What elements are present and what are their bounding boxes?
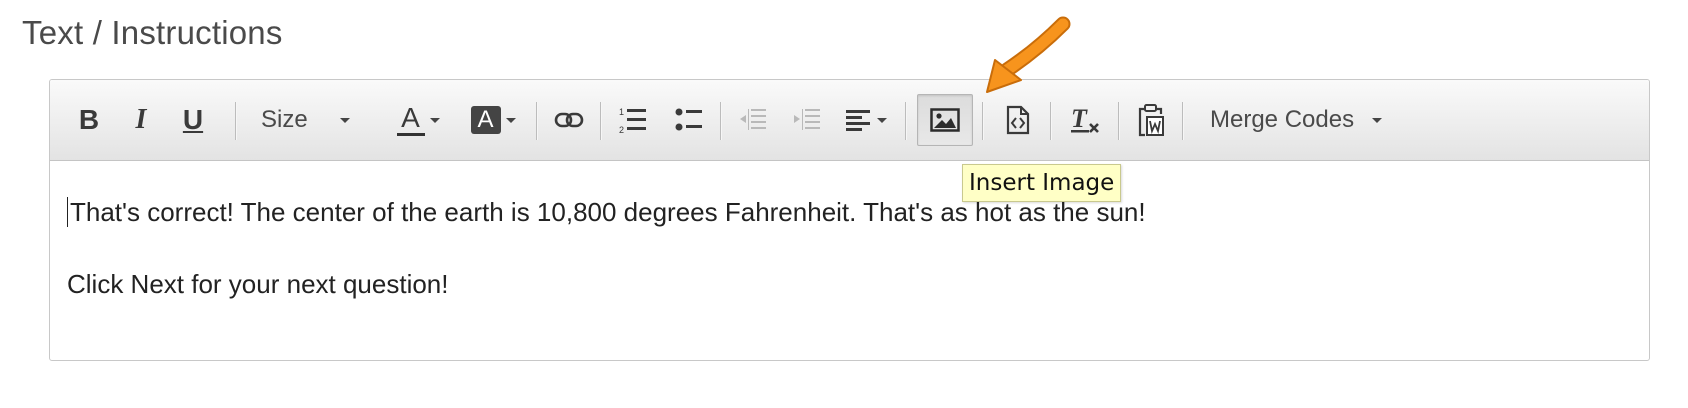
bullet-list-icon [675, 108, 702, 131]
clear-formatting-button[interactable]: T [1062, 94, 1108, 146]
bullet-list-button[interactable] [668, 94, 710, 146]
insert-image-tooltip: Insert Image [962, 164, 1122, 202]
italic-icon: I [135, 104, 147, 135]
font-size-label: Size [261, 106, 308, 133]
chevron-down-icon [339, 117, 350, 123]
italic-button[interactable]: I [122, 94, 160, 146]
toolbar-separator [720, 102, 722, 140]
source-icon [1006, 105, 1030, 135]
insert-image-button[interactable] [917, 94, 973, 146]
svg-text:2: 2 [619, 125, 624, 134]
underline-button[interactable]: U [173, 94, 213, 146]
chevron-down-icon [429, 117, 440, 123]
toolbar-separator [1050, 102, 1052, 140]
outdent-button[interactable] [732, 94, 774, 146]
clear-formatting-icon: T [1071, 105, 1099, 133]
content-paragraph-1: That's correct! The center of the earth … [67, 195, 1649, 229]
svg-text:1: 1 [619, 107, 624, 117]
content-paragraph-2: Click Next for your next question! [67, 269, 449, 299]
paste-from-word-button[interactable] [1130, 94, 1172, 146]
toolbar-separator [905, 102, 907, 140]
link-button[interactable] [548, 94, 590, 146]
chevron-down-icon [505, 117, 516, 123]
toolbar-separator [982, 102, 984, 140]
editor-content[interactable]: That's correct! The center of the earth … [50, 161, 1649, 360]
merge-codes-label: Merge Codes [1210, 106, 1355, 133]
toolbar-separator [1182, 102, 1184, 140]
numbered-list-icon: 1 2 [619, 107, 646, 134]
merge-codes-dropdown[interactable]: Merge Codes [1200, 94, 1400, 146]
text-cursor [67, 197, 68, 227]
source-button[interactable] [996, 94, 1040, 146]
indent-button[interactable] [786, 94, 828, 146]
toolbar-separator [600, 102, 602, 140]
bold-icon: B [78, 104, 100, 135]
background-color-icon: A [470, 106, 501, 134]
toolbar-separator [536, 102, 538, 140]
toolbar-separator [235, 102, 237, 140]
text-color-button[interactable]: A [388, 94, 448, 146]
svg-text:T: T [1071, 105, 1088, 133]
outdent-icon [740, 109, 766, 130]
underline-icon: U [182, 104, 204, 135]
numbered-list-button[interactable]: 1 2 [612, 94, 654, 146]
toolbar-separator [1118, 102, 1120, 140]
align-left-icon [845, 110, 870, 131]
chevron-down-icon [1372, 117, 1383, 123]
paste-word-icon [1138, 104, 1164, 137]
chevron-down-icon [876, 117, 887, 123]
image-icon [930, 108, 960, 132]
background-color-button[interactable]: A [462, 94, 524, 146]
rich-text-editor: B I U Size A A 1 2 T Merge Codes That's … [49, 79, 1650, 361]
bold-button[interactable]: B [70, 94, 108, 146]
font-size-dropdown[interactable]: Size [250, 94, 362, 146]
align-dropdown[interactable] [838, 94, 894, 146]
text-color-icon: A [396, 103, 425, 136]
link-icon [554, 112, 584, 128]
section-title: Text / Instructions [22, 14, 283, 51]
editor-toolbar: B I U Size A A 1 2 T Merge Codes [50, 80, 1649, 161]
indent-icon [794, 109, 820, 130]
